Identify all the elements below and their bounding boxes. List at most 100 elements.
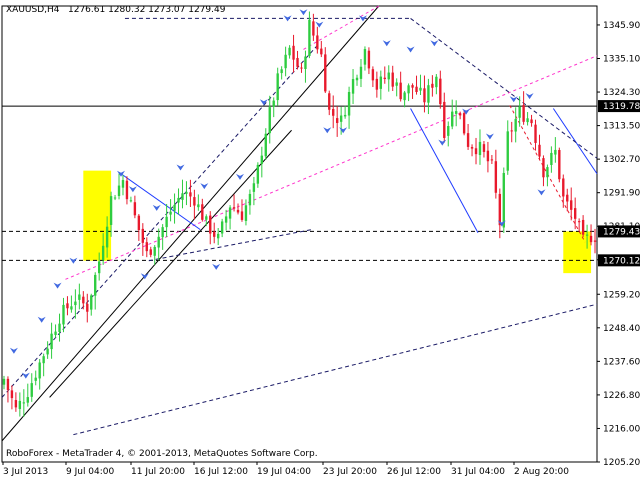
- candle-body: [554, 149, 557, 155]
- candle-body: [589, 235, 593, 243]
- price-label: 1270.12: [603, 256, 640, 266]
- chart-header-symbol: XAUUSD,H4: [6, 5, 60, 15]
- candle-body: [371, 69, 375, 81]
- candle-body: [470, 147, 474, 149]
- candle-body: [415, 86, 418, 93]
- candle-body: [308, 19, 311, 56]
- descending-dashed: [410, 18, 598, 159]
- candle-body: [74, 301, 77, 306]
- candle-body: [54, 331, 57, 335]
- candle-body: [236, 209, 240, 213]
- y-tick-label: 1345.90: [603, 21, 640, 31]
- candle-body: [252, 183, 256, 192]
- candle-body: [86, 303, 89, 312]
- candle-body: [292, 45, 295, 60]
- candle-body: [137, 215, 141, 230]
- candle-body: [268, 107, 271, 134]
- candle-body: [165, 216, 168, 228]
- candle-body: [411, 85, 414, 88]
- candle-body: [593, 240, 597, 242]
- candle-body: [320, 48, 323, 55]
- channel-dashed-bottom: [73, 303, 598, 436]
- fractal-arrow: [525, 93, 534, 100]
- candle-body: [423, 88, 426, 103]
- price-label: 1279.43: [603, 227, 640, 237]
- candle-body: [435, 76, 438, 88]
- magenta-channel-upper: [303, 5, 380, 50]
- candle-body: [129, 200, 133, 202]
- candle-body: [343, 114, 347, 117]
- x-tick-label: 9 Jul 04:00: [66, 467, 115, 477]
- candle-body: [213, 231, 216, 237]
- candle-body: [403, 92, 406, 101]
- candle-body: [526, 118, 529, 123]
- candle-body: [78, 294, 81, 300]
- candle-body: [379, 76, 383, 89]
- candle-body: [145, 242, 148, 252]
- candle-body: [573, 208, 577, 219]
- candle-body: [534, 124, 537, 143]
- y-tick-label: 1248.40: [603, 324, 640, 334]
- candle-body: [10, 390, 14, 399]
- candle-body: [581, 219, 585, 235]
- candle-body: [224, 216, 228, 223]
- candle-body: [458, 113, 462, 116]
- candle-body: [50, 333, 53, 350]
- candle-body: [518, 106, 521, 118]
- candle-body: [70, 306, 73, 310]
- candle-body: [391, 72, 394, 87]
- candle-body: [502, 172, 505, 228]
- candle-body: [209, 215, 212, 234]
- candle-body: [161, 227, 164, 238]
- candle-body: [14, 400, 18, 408]
- candle-body: [197, 204, 200, 208]
- candle-body: [173, 204, 176, 211]
- trend-line-lower: [49, 129, 292, 398]
- candle-body: [101, 245, 105, 261]
- candle-body: [181, 193, 184, 200]
- fractal-arrow: [200, 183, 209, 190]
- candle-body: [300, 67, 303, 69]
- candle-body: [18, 400, 22, 409]
- candle-body: [530, 119, 533, 124]
- candle-body: [2, 378, 6, 385]
- candle-body: [276, 73, 279, 101]
- y-tick-label: 1324.30: [603, 88, 640, 98]
- candle-body: [427, 85, 430, 103]
- x-tick-label: 2 Aug 20:00: [514, 467, 569, 477]
- candle-body: [185, 192, 188, 194]
- candle-body: [486, 150, 490, 162]
- x-tick-label: 11 Jul 20:00: [131, 467, 185, 477]
- candle-body: [339, 115, 343, 122]
- candle-body: [125, 180, 129, 200]
- candle-body: [375, 78, 379, 90]
- fractal-arrow: [37, 316, 46, 323]
- candle-body: [34, 377, 37, 381]
- candle-body: [367, 50, 371, 69]
- candle-body: [359, 66, 363, 79]
- x-tick-label: 26 Jul 12:00: [387, 467, 441, 477]
- y-tick-label: 1302.70: [603, 155, 640, 165]
- fractal-arrow: [69, 257, 78, 264]
- fractal-arrow: [485, 133, 494, 140]
- magenta-channel-lower: [65, 55, 598, 280]
- fractal-arrow: [212, 263, 221, 270]
- fractal-arrow: [152, 204, 161, 211]
- candle-body: [30, 383, 33, 397]
- candle-body: [248, 193, 252, 206]
- candle-body: [94, 274, 97, 296]
- candle-body: [316, 35, 319, 50]
- candle-body: [189, 192, 192, 197]
- candle-body: [149, 249, 152, 255]
- y-tick-label: 1259.20: [603, 290, 640, 300]
- candle-body: [355, 77, 359, 81]
- fractal-arrow: [283, 15, 292, 22]
- candle-body: [510, 130, 513, 132]
- fractal-arrow: [21, 372, 30, 379]
- candle-body: [490, 159, 494, 161]
- candle-body: [272, 100, 275, 107]
- candle-body: [498, 193, 502, 226]
- candle-body: [66, 303, 69, 309]
- chart: 1345.90 1335.10 1324.30 1313.50 1302.70 1291.…: [0, 0, 640, 480]
- candle-body: [288, 47, 291, 56]
